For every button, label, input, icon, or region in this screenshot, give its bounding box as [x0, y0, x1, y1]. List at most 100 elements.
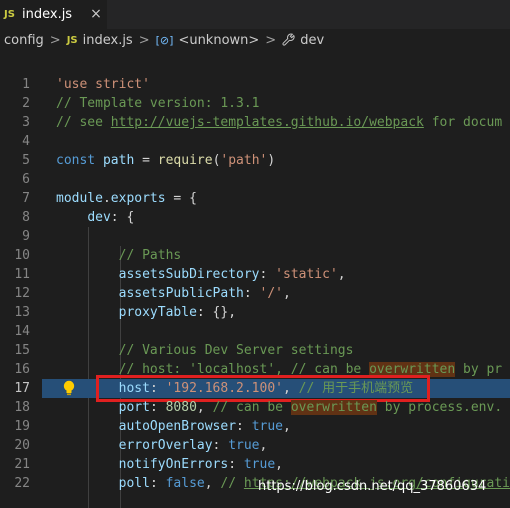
code-line[interactable]: 21 notifyOnErrors: true,: [0, 455, 510, 474]
code-line[interactable]: 2 // Template version: 1.3.1: [0, 94, 510, 113]
line-number: 1: [22, 77, 30, 92]
watermark: https://blog.csdn.net/qq_37860634: [258, 479, 487, 494]
code-token: :: [243, 286, 260, 301]
code-token: true: [228, 438, 260, 453]
line-number: 12: [14, 286, 30, 301]
code-token: //: [220, 476, 244, 491]
code-token: '/': [259, 286, 283, 301]
breadcrumb-item-dev[interactable]: dev: [300, 33, 324, 48]
code-text: // Paths: [56, 246, 182, 265]
code-token: // Template version: 1.3.1: [56, 96, 260, 111]
code-line[interactable]: 4: [0, 132, 510, 151]
code-token: ,: [204, 476, 221, 491]
code-token: 'use strict': [56, 77, 150, 92]
breadcrumb-item-config[interactable]: config: [4, 33, 44, 48]
code-token: // can be: [212, 400, 291, 415]
code-line[interactable]: 1 'use strict': [0, 75, 510, 94]
tab-index-js[interactable]: JS index.js ×: [0, 0, 107, 29]
code-token: http://vuejs-templates.github.io/webpack: [110, 115, 424, 130]
code-line[interactable]: 17 host: '192.168.2.100', // 用于手机端预览: [0, 375, 510, 402]
code-token: 'static': [275, 267, 338, 282]
code-token: : {},: [196, 305, 237, 320]
code-line[interactable]: 20 errorOverlay: true,: [0, 436, 510, 455]
code-line[interactable]: 6: [0, 170, 510, 189]
code-text: const path = require('path'): [56, 151, 275, 170]
code-token: assetsSubDirectory: [118, 267, 260, 282]
code-line[interactable]: 19 autoOpenBrowser: true,: [0, 417, 510, 436]
code-token: path: [102, 153, 135, 168]
code-token: :: [236, 419, 252, 434]
code-line[interactable]: 8 dev: {: [0, 208, 510, 227]
code-text: // Template version: 1.3.1: [56, 94, 260, 113]
code-text: // see http://vuejs-templates.github.io/…: [56, 113, 502, 132]
code-token: : {: [110, 210, 135, 225]
line-number: 19: [14, 419, 30, 434]
code-line[interactable]: 10 // Paths: [0, 246, 510, 265]
code-line[interactable]: 7 module.exports = {: [0, 189, 510, 208]
code-line[interactable]: 14: [0, 322, 510, 341]
code-token: for docum: [423, 115, 503, 130]
code-token: 8080: [165, 400, 197, 415]
code-text: proxyTable: {},: [56, 303, 236, 322]
code-token: const: [56, 153, 103, 168]
code-token: errorOverlay: [118, 438, 213, 453]
code-token: dev: [87, 210, 111, 225]
chevron-right-icon: >: [265, 32, 277, 48]
code-token: // Various Dev Server settings: [118, 343, 354, 358]
code-line[interactable]: 18 port: 8080, // can be overwritten by …: [0, 398, 510, 417]
code-token: ,: [283, 286, 291, 301]
code-token: :: [228, 457, 244, 472]
code-token: :: [149, 476, 166, 491]
code-token: poll: [118, 476, 150, 491]
line-number: 18: [14, 400, 30, 415]
line-number: 17: [14, 381, 30, 396]
code-token: autoOpenBrowser: [118, 419, 237, 434]
breadcrumb: config > JS index.js > [⊘] <unknown> > d…: [0, 29, 510, 51]
line-number: 21: [14, 457, 30, 472]
code-token: :: [149, 400, 166, 415]
code-token: :: [212, 438, 229, 453]
code-token: ,: [196, 400, 213, 415]
variable-icon: [⊘]: [155, 33, 174, 47]
code-token: =: [134, 153, 158, 168]
code-line[interactable]: 15 // Various Dev Server settings: [0, 341, 510, 360]
line-number: 3: [22, 115, 30, 130]
code-token: ,: [259, 438, 268, 453]
code-line[interactable]: 3 // see http://vuejs-templates.github.io…: [0, 113, 510, 132]
code-token: ,: [337, 267, 346, 282]
code-text: 'use strict': [56, 75, 150, 94]
line-number: 5: [22, 153, 30, 168]
line-number: 11: [14, 267, 30, 282]
code-line[interactable]: 5 const path = require('path'): [0, 151, 510, 170]
code-token: = {: [165, 191, 197, 206]
code-text: port: 8080, // can be overwritten by pro…: [56, 398, 502, 417]
code-text: module.exports = {: [56, 189, 197, 208]
code-token: by process.env.: [376, 400, 503, 415]
line-number: 13: [14, 305, 30, 320]
code-line[interactable]: 13 proxyTable: {},: [0, 303, 510, 322]
breadcrumb-item-unknown[interactable]: <unknown>: [178, 33, 259, 48]
code-line[interactable]: 9: [0, 227, 510, 246]
line-number: 14: [14, 324, 30, 339]
code-token: ,: [275, 457, 283, 472]
breadcrumb-item-index-js[interactable]: index.js: [83, 33, 133, 48]
code-text: autoOpenBrowser: true,: [56, 417, 291, 436]
close-icon[interactable]: ×: [89, 6, 103, 22]
code-line[interactable]: 12 assetsPublicPath: '/',: [0, 284, 510, 303]
chevron-right-icon: >: [49, 32, 61, 48]
line-number: 22: [14, 476, 30, 491]
code-line[interactable]: 11 assetsSubDirectory: 'static',: [0, 265, 510, 284]
code-token: require: [157, 153, 213, 168]
code-editor[interactable]: 1 'use strict' 2 // Template version: 1.3.1…: [0, 75, 510, 508]
code-token: false: [165, 476, 205, 491]
